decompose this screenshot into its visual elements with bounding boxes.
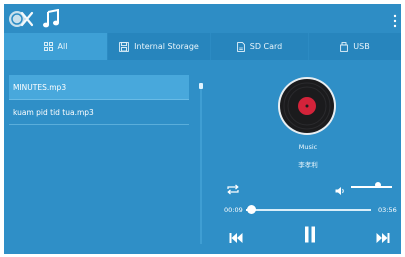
music-player-app: All Internal Storage SD Card USB MINUTES…: [4, 4, 401, 254]
music-note-icon[interactable]: [42, 8, 60, 29]
volume-slider-track[interactable]: [351, 186, 392, 188]
volume-icon[interactable]: [335, 181, 346, 195]
overflow-menu-icon[interactable]: [393, 13, 397, 28]
tab-label: Internal Storage: [134, 42, 199, 51]
list-item[interactable]: MINUTES.mp3: [9, 75, 189, 100]
grid-icon: [43, 42, 53, 51]
tab-all[interactable]: All: [4, 33, 107, 60]
song-artist: 李孝利: [298, 161, 318, 169]
total-time: 03:56: [378, 206, 397, 214]
seek-bar-track[interactable]: [246, 209, 371, 211]
track-list: MINUTES.mp3 kuam pid tid tua.mp3: [9, 75, 189, 125]
top-bar: [4, 4, 401, 33]
repeat-icon[interactable]: [226, 180, 240, 195]
seek-bar-knob[interactable]: [247, 205, 256, 214]
vinyl-record-icon: [277, 76, 337, 136]
sd-card-icon: [236, 41, 245, 52]
next-track-icon[interactable]: [376, 229, 390, 243]
pause-icon[interactable]: [304, 226, 316, 243]
list-item[interactable]: kuam pid tid tua.mp3: [9, 100, 189, 125]
usb-icon: [340, 41, 349, 52]
list-scrollbar-track[interactable]: [200, 84, 202, 244]
track-name: kuam pid tid tua.mp3: [13, 107, 94, 117]
tab-label: All: [57, 42, 68, 51]
track-name: MINUTES.mp3: [13, 82, 67, 92]
tab-sd-card[interactable]: SD Card: [210, 33, 308, 60]
current-time: 00:09: [224, 206, 243, 214]
tab-label: SD Card: [249, 42, 283, 51]
list-scrollbar-thumb[interactable]: [199, 83, 203, 89]
logo-icon: [8, 9, 36, 29]
source-tabs: All Internal Storage SD Card USB: [4, 33, 401, 60]
storage-icon: [119, 41, 130, 52]
volume-slider-knob[interactable]: [374, 182, 381, 188]
tab-internal-storage[interactable]: Internal Storage: [107, 33, 210, 60]
song-title: Music: [298, 143, 318, 151]
tab-label: USB: [353, 42, 370, 51]
tab-usb[interactable]: USB: [308, 33, 401, 60]
previous-track-icon[interactable]: [229, 229, 243, 243]
